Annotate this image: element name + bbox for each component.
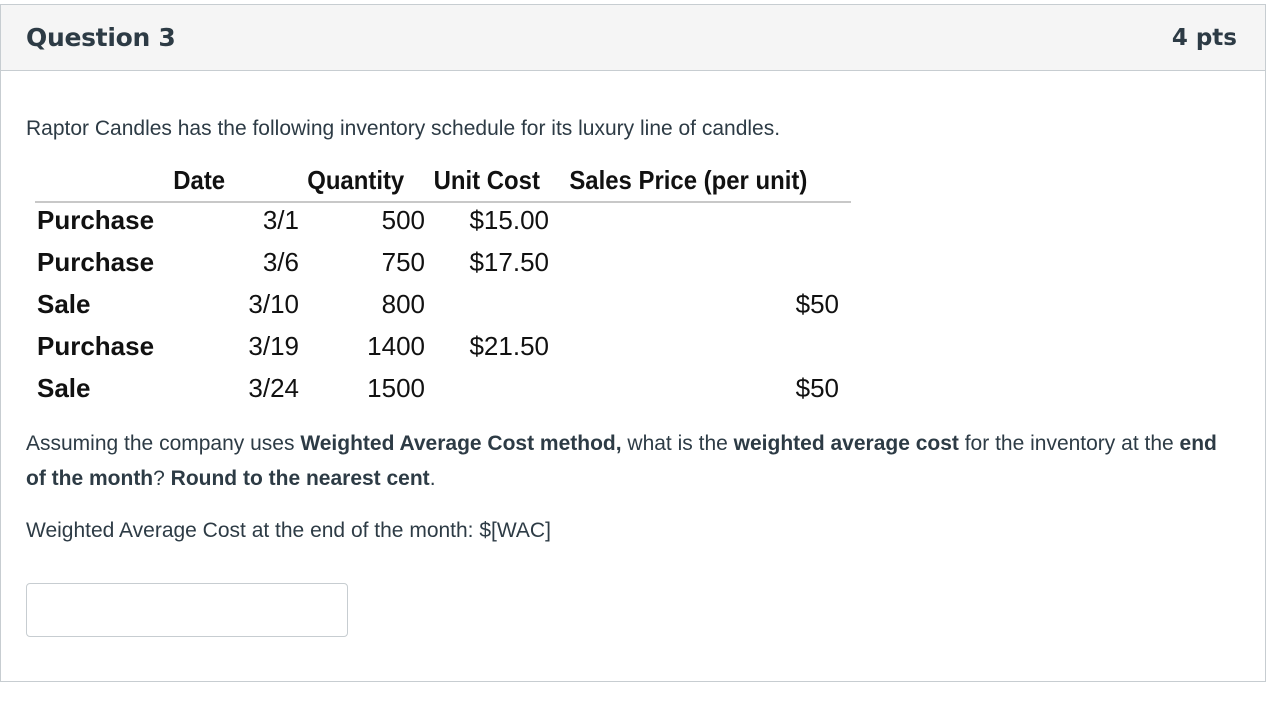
row-date: 3/19 xyxy=(248,331,299,361)
header-sales-price: Sales Price (per unit) xyxy=(569,165,808,195)
row-type: Purchase xyxy=(37,247,155,277)
row-unit-cost: $15.00 xyxy=(469,205,549,235)
answer-line: Weighted Average Cost at the end of the … xyxy=(26,519,551,542)
table-row: Purchase 3/6 750 $17.50 xyxy=(35,247,851,287)
prompt-emphasis: Round to the nearest cent xyxy=(170,467,430,490)
prompt-text: . xyxy=(429,467,436,490)
table-row: Purchase 3/1 500 $15.00 xyxy=(35,205,851,245)
table-row: Purchase 3/19 1400 $21.50 xyxy=(35,331,851,371)
row-date: 3/1 xyxy=(262,205,299,235)
row-sales-price: $50 xyxy=(795,289,839,319)
prompt-text: what is the xyxy=(621,432,734,455)
row-unit-cost: $17.50 xyxy=(469,247,549,277)
row-quantity: 500 xyxy=(381,205,425,235)
question-points: 4 pts xyxy=(1171,24,1237,51)
row-type: Sale xyxy=(37,373,91,403)
row-type: Sale xyxy=(37,289,91,319)
answer-input[interactable] xyxy=(26,583,348,637)
prompt-text: for the inventory at the xyxy=(958,432,1180,455)
question-card: Question 3 4 pts Raptor Candles has the … xyxy=(0,4,1266,682)
row-date: 3/10 xyxy=(248,289,299,319)
row-quantity: 1500 xyxy=(367,373,425,403)
row-quantity: 1400 xyxy=(367,331,425,361)
prompt-text: Assuming the company uses xyxy=(26,432,301,455)
row-sales-price: $50 xyxy=(795,373,839,403)
table-row: Sale 3/10 800 $50 xyxy=(35,289,851,329)
prompt-text: ? xyxy=(153,467,171,490)
question-title: Question 3 xyxy=(26,23,176,52)
row-unit-cost: $21.50 xyxy=(469,331,549,361)
header-unit-cost: Unit Cost xyxy=(433,165,540,195)
table-row: Sale 3/24 1500 $50 xyxy=(35,373,851,413)
row-date: 3/6 xyxy=(262,247,299,277)
row-quantity: 800 xyxy=(381,289,425,319)
question-header: Question 3 4 pts xyxy=(1,5,1265,71)
prompt-emphasis: weighted average cost xyxy=(733,432,959,455)
header-date: Date xyxy=(173,165,226,195)
prompt-emphasis: Weighted Average Cost method, xyxy=(300,432,622,455)
header-quantity: Quantity xyxy=(307,165,405,195)
row-date: 3/24 xyxy=(248,373,299,403)
question-prompt: Assuming the company uses Weighted Avera… xyxy=(26,426,1241,496)
intro-text: Raptor Candles has the following invento… xyxy=(26,117,781,140)
inventory-schedule-table: Date Quantity Unit Cost Sales Price (per… xyxy=(35,165,851,415)
row-quantity: 750 xyxy=(381,247,425,277)
row-type: Purchase xyxy=(37,331,155,361)
header-divider xyxy=(35,201,851,203)
row-type: Purchase xyxy=(37,205,155,235)
